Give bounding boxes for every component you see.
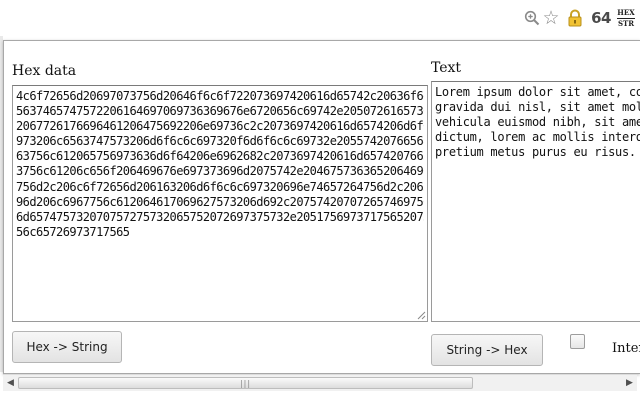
hex-line: 5637465747572206164697069736369676e67206… [16,104,424,119]
scroll-right-arrow-icon[interactable]: ▶ [622,375,637,391]
hex-line: 4c6f72656d20697073756d20646f6c6f72207369… [16,89,424,103]
hex-line: 2067726176696461206475692206e69736c2c207… [16,119,424,134]
hex-to-string-button[interactable]: Hex -> String [12,331,122,363]
resize-grip-icon[interactable] [417,311,426,320]
horizontal-scrollbar[interactable]: ◀ ||| ▶ [3,374,637,391]
hex-line: 973206c6563747573206d6f6c6c697320f6d6f6c… [16,134,424,149]
star-icon[interactable]: ☆ [541,8,561,28]
text-label: Text [431,60,462,76]
hex-string-popup: Hex data Text 4c6f72656d20697073756d2064… [3,40,640,374]
hex-line: 756d2c206c6f72656d206163206d6f6c6c697320… [16,179,424,194]
inter-label: Inter [612,341,640,356]
hexstr-bottom-text: STR [617,18,635,28]
extension-64-icon[interactable]: 64 [590,8,612,28]
hex-line: 56c65726973717565 [16,224,130,239]
hex-line: 3756c61206c656f206469676e697373696d20757… [16,164,424,179]
hex-data-label: Hex data [12,63,77,79]
hex-line: 63756c612065756973636d6f64206e6962682c20… [16,149,424,164]
string-to-hex-button[interactable]: String -> Hex [431,334,543,366]
hex-line: 6d65747573207075727573206575207269737573… [16,209,424,224]
browser-toolbar: ☆ 64 HEX STR [0,0,640,36]
hex-line: 96d206c6967756c612064617069627573206d692… [16,194,424,209]
page-content-edge [0,391,640,400]
scrollbar-thumb[interactable]: ||| [18,377,473,389]
hex-str-extension-icon[interactable]: HEX STR [614,7,638,29]
scroll-left-arrow-icon[interactable]: ◀ [3,375,18,391]
zoom-icon[interactable] [523,8,541,28]
lock-icon[interactable] [566,8,584,28]
text-textarea[interactable]: Lorem ipsum dolor sit amet, cons gravida… [431,81,640,322]
hex-data-textarea[interactable]: 4c6f72656d20697073756d20646f6c6f72207369… [12,85,428,322]
inter-checkbox[interactable] [570,334,585,349]
hexstr-top-text: HEX [617,7,635,17]
